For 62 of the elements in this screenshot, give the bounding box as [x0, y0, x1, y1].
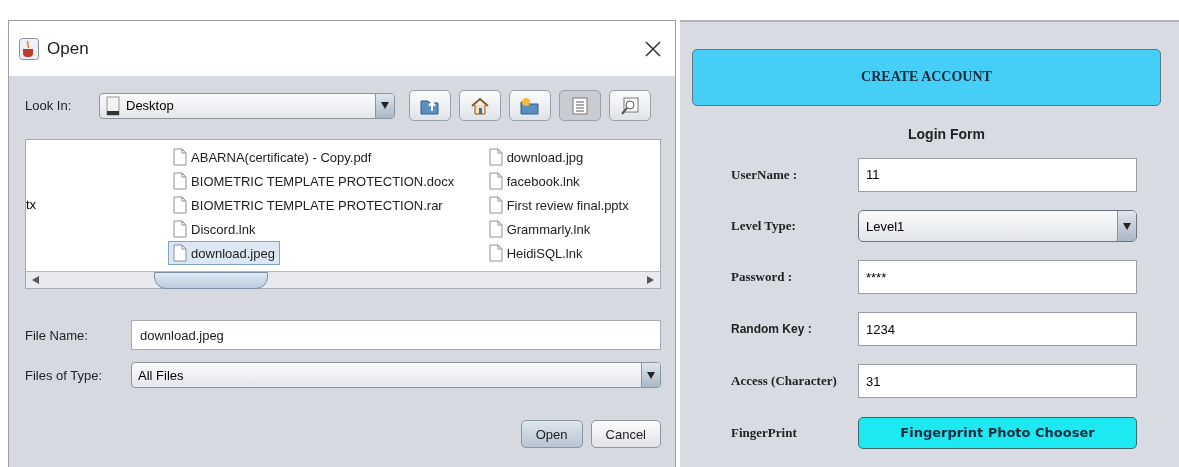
toolbar-button[interactable] — [609, 90, 651, 121]
file-item[interactable]: HeidiSQL.lnk — [483, 241, 588, 265]
document-icon — [173, 148, 188, 166]
field-label: Access (Character) — [731, 373, 838, 390]
file-item[interactable]: download.jpeg — [168, 241, 280, 265]
file-item[interactable]: download.jpg — [483, 145, 589, 169]
input-field[interactable]: 11 — [858, 157, 1137, 192]
field-label: Password : — [731, 269, 794, 286]
document-icon — [173, 196, 188, 214]
dropdown-arrow-icon — [1123, 222, 1131, 230]
field-label: FingerPrint — [731, 424, 798, 441]
field-label: Look In: — [25, 98, 73, 113]
input-field[interactable]: **** — [858, 260, 1137, 295]
file-item[interactable]: BIOMETRIC TEMPLATE PROTECTION.rar — [168, 193, 448, 217]
file-item[interactable]: Discord.lnk — [168, 217, 261, 241]
toolbar-button[interactable] — [459, 90, 501, 121]
input-field[interactable]: 31 — [858, 364, 1137, 399]
document-icon — [173, 172, 188, 190]
form-title: Login Form — [908, 125, 985, 142]
details-view-icon — [621, 96, 639, 115]
cancel-button[interactable]: Cancel — [590, 420, 661, 448]
chooser-button[interactable]: Fingerprint Photo Chooser — [858, 416, 1137, 449]
document-icon — [173, 220, 188, 238]
input-field[interactable]: 1234 — [858, 312, 1137, 347]
dialog-title: Open — [47, 38, 90, 59]
toolbar-button[interactable] — [409, 90, 451, 121]
list-view-icon — [572, 96, 588, 115]
field-label: File Name: — [25, 327, 89, 343]
create-account-button[interactable]: CREATE ACCOUNT — [692, 49, 1161, 106]
file-name-field[interactable]: download.jpeg — [131, 320, 661, 350]
level-dropdown[interactable]: Level1 — [858, 210, 1137, 243]
horizontal-scrollbar[interactable] — [26, 271, 660, 288]
close-icon[interactable] — [645, 40, 661, 57]
field-label: UserName : — [731, 166, 799, 183]
file-item[interactable]: ABARNA(certificate) - Copy.pdf — [168, 145, 377, 169]
document-icon — [488, 244, 503, 262]
field-label: Level Type: — [731, 218, 797, 235]
document-icon — [488, 196, 503, 214]
document-icon — [488, 220, 503, 238]
file-item[interactable]: Grammarly.lnk — [483, 217, 596, 241]
look-in-dropdown[interactable]: Desktop — [99, 92, 395, 119]
dropdown-arrow-icon — [647, 371, 655, 379]
new-folder-icon — [520, 96, 540, 115]
dropdown-arrow-icon — [381, 102, 389, 109]
java-cup-icon — [19, 37, 39, 60]
file-type-dropdown[interactable]: All Files — [131, 362, 661, 388]
drive-icon — [106, 95, 120, 116]
document-icon — [488, 148, 503, 166]
open-button[interactable]: Open — [520, 420, 583, 448]
scroll-left-icon[interactable] — [32, 276, 39, 284]
field-label: Random Key : — [731, 322, 813, 337]
document-icon — [173, 244, 188, 262]
toolbar-button[interactable] — [509, 90, 551, 121]
scroll-right-icon[interactable] — [647, 276, 654, 284]
file-item[interactable]: First review final.pptx — [483, 193, 634, 217]
file-item[interactable]: BIOMETRIC TEMPLATE PROTECTION.docx — [168, 169, 460, 193]
file-name: tx — [26, 196, 38, 214]
document-icon — [488, 172, 503, 190]
toolbar-button[interactable] — [559, 90, 601, 121]
file-item[interactable]: facebook.lnk — [483, 169, 585, 193]
home-icon — [470, 96, 490, 115]
field-label: Files of Type: — [25, 367, 104, 383]
